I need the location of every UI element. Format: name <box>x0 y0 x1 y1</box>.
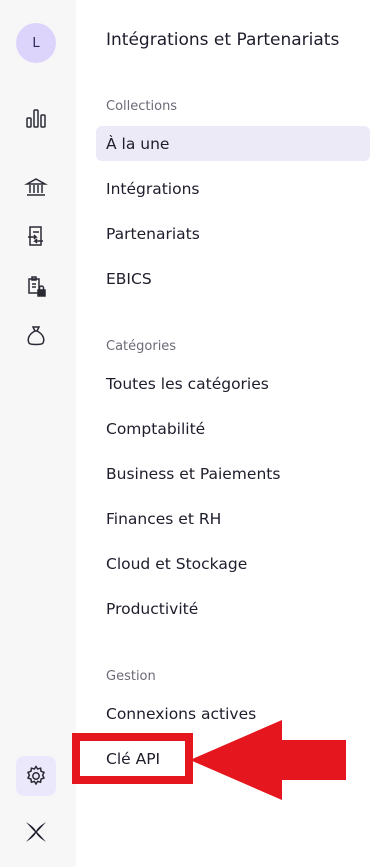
transfer-document-icon[interactable] <box>20 220 52 252</box>
nav-item-ebics[interactable]: EBICS <box>96 261 370 296</box>
section-label-gestion: Gestion <box>106 669 156 684</box>
money-bag-icon[interactable] <box>20 320 52 352</box>
gear-icon <box>26 765 46 786</box>
locked-clipboard-icon[interactable] <box>20 270 52 302</box>
sidebar-rail: L <box>0 0 76 867</box>
nav-item-business-paiements[interactable]: Business et Paiements <box>96 456 370 491</box>
nav-item-toutes-categories[interactable]: Toutes les catégories <box>96 366 370 401</box>
nav-item-cloud-stockage[interactable]: Cloud et Stockage <box>96 546 370 581</box>
nav-item-comptabilite[interactable]: Comptabilité <box>96 411 370 446</box>
annotation-highlight-box <box>72 733 193 784</box>
nav-item-partenariats[interactable]: Partenariats <box>96 216 370 251</box>
bar-chart-icon[interactable] <box>20 102 52 134</box>
page-title: Intégrations et Partenariats <box>106 30 340 50</box>
nav-item-a-la-une[interactable]: À la une <box>96 126 370 161</box>
nav-item-finances-rh[interactable]: Finances et RH <box>96 501 370 536</box>
annotation-arrow-icon <box>190 720 346 800</box>
avatar[interactable]: L <box>16 23 56 63</box>
section-label-categories: Catégories <box>106 339 177 354</box>
bank-icon[interactable] <box>20 171 52 203</box>
nav-item-productivite[interactable]: Productivité <box>96 591 370 626</box>
nav-item-integrations[interactable]: Intégrations <box>96 171 370 206</box>
settings-button[interactable] <box>16 756 56 796</box>
section-label-collections: Collections <box>106 99 178 114</box>
brand-logo-icon[interactable] <box>24 820 48 844</box>
